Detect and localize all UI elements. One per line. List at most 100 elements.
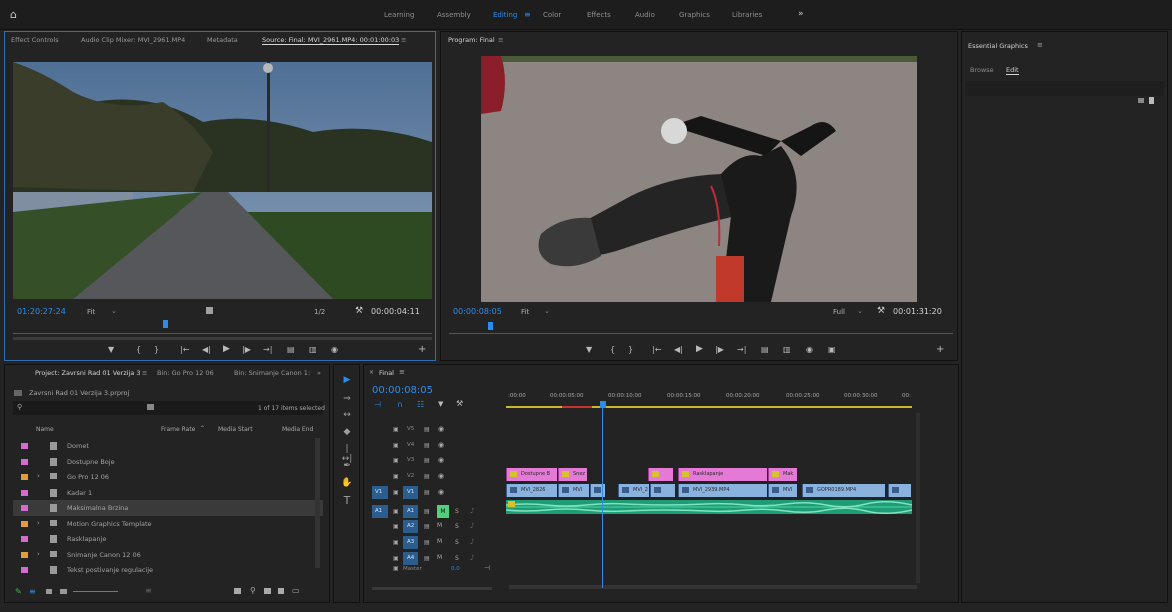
go-to-in-icon[interactable]: |←	[180, 345, 189, 354]
column-frame-rate[interactable]: Frame Rate	[161, 426, 195, 433]
workspace-menu-icon[interactable]: ≡	[524, 10, 531, 19]
layer-menu-icon[interactable]	[1149, 97, 1154, 104]
home-icon[interactable]: ⌂	[10, 8, 22, 21]
list-item[interactable]: › Motion Graphics Template	[13, 516, 323, 532]
eye-icon[interactable]: ◉	[438, 488, 444, 496]
zoom-slider[interactable]	[73, 591, 118, 592]
add-marker-icon[interactable]: ▼	[438, 400, 443, 408]
razor-tool-icon[interactable]: ◆	[341, 427, 353, 437]
tab-metadata[interactable]: Metadata	[207, 36, 238, 44]
source-resolution-dropdown[interactable]: 1/2	[314, 308, 325, 316]
timeline-clip[interactable]	[888, 484, 911, 497]
snap-magnet-icon[interactable]: ∩	[397, 400, 403, 409]
wrench-icon[interactable]: ⚒	[877, 306, 885, 316]
timeline-clip[interactable]: Mak	[768, 468, 797, 481]
eye-icon[interactable]: ◉	[438, 425, 444, 433]
new-bin-from-search-icon[interactable]	[147, 404, 154, 410]
timeline-timecode[interactable]: 00:00:08:05	[372, 385, 433, 396]
go-to-out-icon[interactable]: →|	[737, 345, 746, 354]
column-media-start[interactable]: Media Start	[218, 426, 253, 433]
program-fit-dropdown[interactable]: Fit	[521, 308, 529, 316]
solo-button[interactable]: S	[455, 508, 459, 515]
eye-icon[interactable]: ◉	[438, 441, 444, 449]
list-item[interactable]: Dostupne Boje	[13, 454, 323, 470]
more-workspaces-icon[interactable]: »	[798, 9, 804, 19]
source-scrubber[interactable]	[13, 322, 432, 334]
mark-out-icon[interactable]: }	[154, 345, 159, 354]
sync-lock-icon[interactable]: ▤	[424, 457, 430, 464]
source-timecode[interactable]: 01:20:27:24	[17, 307, 66, 316]
comparison-view-icon[interactable]: ▣	[828, 345, 836, 354]
sync-lock-icon[interactable]: ▤	[424, 523, 430, 530]
list-view-icon[interactable]: ≡	[29, 587, 36, 596]
sync-lock-icon[interactable]: ▤	[424, 539, 430, 546]
label-color-swatch[interactable]	[21, 489, 28, 496]
insert-icon[interactable]: ▤	[287, 345, 295, 354]
step-back-icon[interactable]: ◀|	[674, 345, 683, 354]
panel-menu-icon[interactable]: ≡	[1037, 41, 1043, 49]
mute-button[interactable]: M	[437, 504, 449, 518]
camera-icon[interactable]: ◉	[806, 345, 813, 354]
panel-menu-icon[interactable]: ≡	[399, 368, 405, 376]
solo-button[interactable]: S	[455, 539, 459, 546]
sync-lock-icon[interactable]: ▤	[424, 473, 430, 480]
list-item[interactable]: › Snimanje Canon 12 06	[13, 547, 323, 563]
lock-icon[interactable]: ▣	[393, 508, 399, 515]
mark-out-icon[interactable]: }	[628, 345, 633, 354]
wrench-icon[interactable]: ⚒	[355, 306, 363, 316]
go-to-in-icon[interactable]: |←	[652, 345, 661, 354]
tab-project[interactable]: Project: Zavrsni Rad 01 Verzija 3	[35, 369, 141, 377]
panel-menu-icon[interactable]: ≡	[401, 36, 406, 44]
lock-icon[interactable]: ▣	[393, 457, 399, 464]
list-item[interactable]: Kadar 1	[13, 485, 323, 501]
go-to-out-icon[interactable]: →|	[263, 345, 272, 354]
timeline-clip[interactable]: MVI_2939.MP4	[678, 484, 767, 497]
sync-lock-icon[interactable]: ▤	[424, 489, 430, 496]
new-bin-icon[interactable]	[264, 588, 271, 594]
mute-button[interactable]: M	[437, 522, 442, 529]
ripple-edit-tool-icon[interactable]: ↔	[341, 410, 353, 420]
lock-icon[interactable]: ▣	[393, 565, 399, 572]
type-tool-icon[interactable]: T	[341, 494, 353, 507]
marker-icon[interactable]: ▼	[586, 345, 592, 354]
timeline-vertical-scrollbar[interactable]	[916, 413, 920, 583]
lock-icon[interactable]: ▣	[393, 442, 399, 449]
eye-icon[interactable]: ◉	[438, 456, 444, 464]
microphone-icon[interactable]: ♪	[470, 538, 474, 546]
list-item[interactable]: Domet	[13, 438, 323, 454]
a1-audio-clip[interactable]	[506, 500, 912, 514]
timeline-horizontal-scrollbar[interactable]	[372, 587, 492, 590]
add-button-icon[interactable]: +	[936, 344, 944, 355]
program-resolution-dropdown[interactable]: Full	[833, 308, 845, 316]
lock-icon[interactable]: ▣	[393, 426, 399, 433]
tab-source[interactable]: Source: Final: MVI_2961.MP4: 00:01:00:03	[262, 36, 400, 45]
new-item-icon[interactable]	[278, 588, 284, 594]
add-button-icon[interactable]: +	[418, 344, 426, 355]
list-item[interactable]: Rasklapanje	[13, 531, 323, 547]
column-name[interactable]: Name	[36, 426, 54, 433]
label-color-swatch[interactable]	[21, 520, 28, 527]
program-scrubber[interactable]	[449, 324, 953, 334]
timeline-clip[interactable]: MVI	[558, 484, 589, 497]
source-playhead[interactable]	[163, 320, 168, 328]
automate-to-sequence-icon[interactable]	[234, 588, 241, 594]
camera-icon[interactable]: ◉	[331, 345, 338, 354]
timeline-clip[interactable]	[648, 468, 673, 481]
source-zoom-bar[interactable]	[13, 337, 432, 340]
workspace-tab-assembly[interactable]: Assembly	[437, 11, 471, 19]
selection-tool-icon[interactable]: ▶	[341, 375, 353, 385]
find-icon[interactable]: ⚲	[250, 586, 256, 595]
chevron-down-icon[interactable]: ⌄	[857, 307, 863, 315]
step-forward-icon[interactable]: |▶	[242, 345, 251, 354]
workspace-tab-effects[interactable]: Effects	[587, 11, 611, 19]
workspace-tab-libraries[interactable]: Libraries	[732, 11, 762, 19]
solo-button[interactable]: S	[455, 555, 459, 562]
time-ruler[interactable]: :00:00 00:00:05:00 00:00:10:00 00:00:15:…	[506, 385, 916, 411]
timeline-clip[interactable]: MVI_2826	[506, 484, 557, 497]
nest-icon[interactable]: ⊣	[374, 400, 381, 409]
marker-icon[interactable]: ▼	[108, 345, 114, 354]
solo-button[interactable]: S	[455, 523, 459, 530]
timeline-clip[interactable]: Rasklapanje	[678, 468, 767, 481]
tab-program[interactable]: Program: Final	[448, 36, 495, 44]
label-color-swatch[interactable]	[21, 474, 28, 480]
